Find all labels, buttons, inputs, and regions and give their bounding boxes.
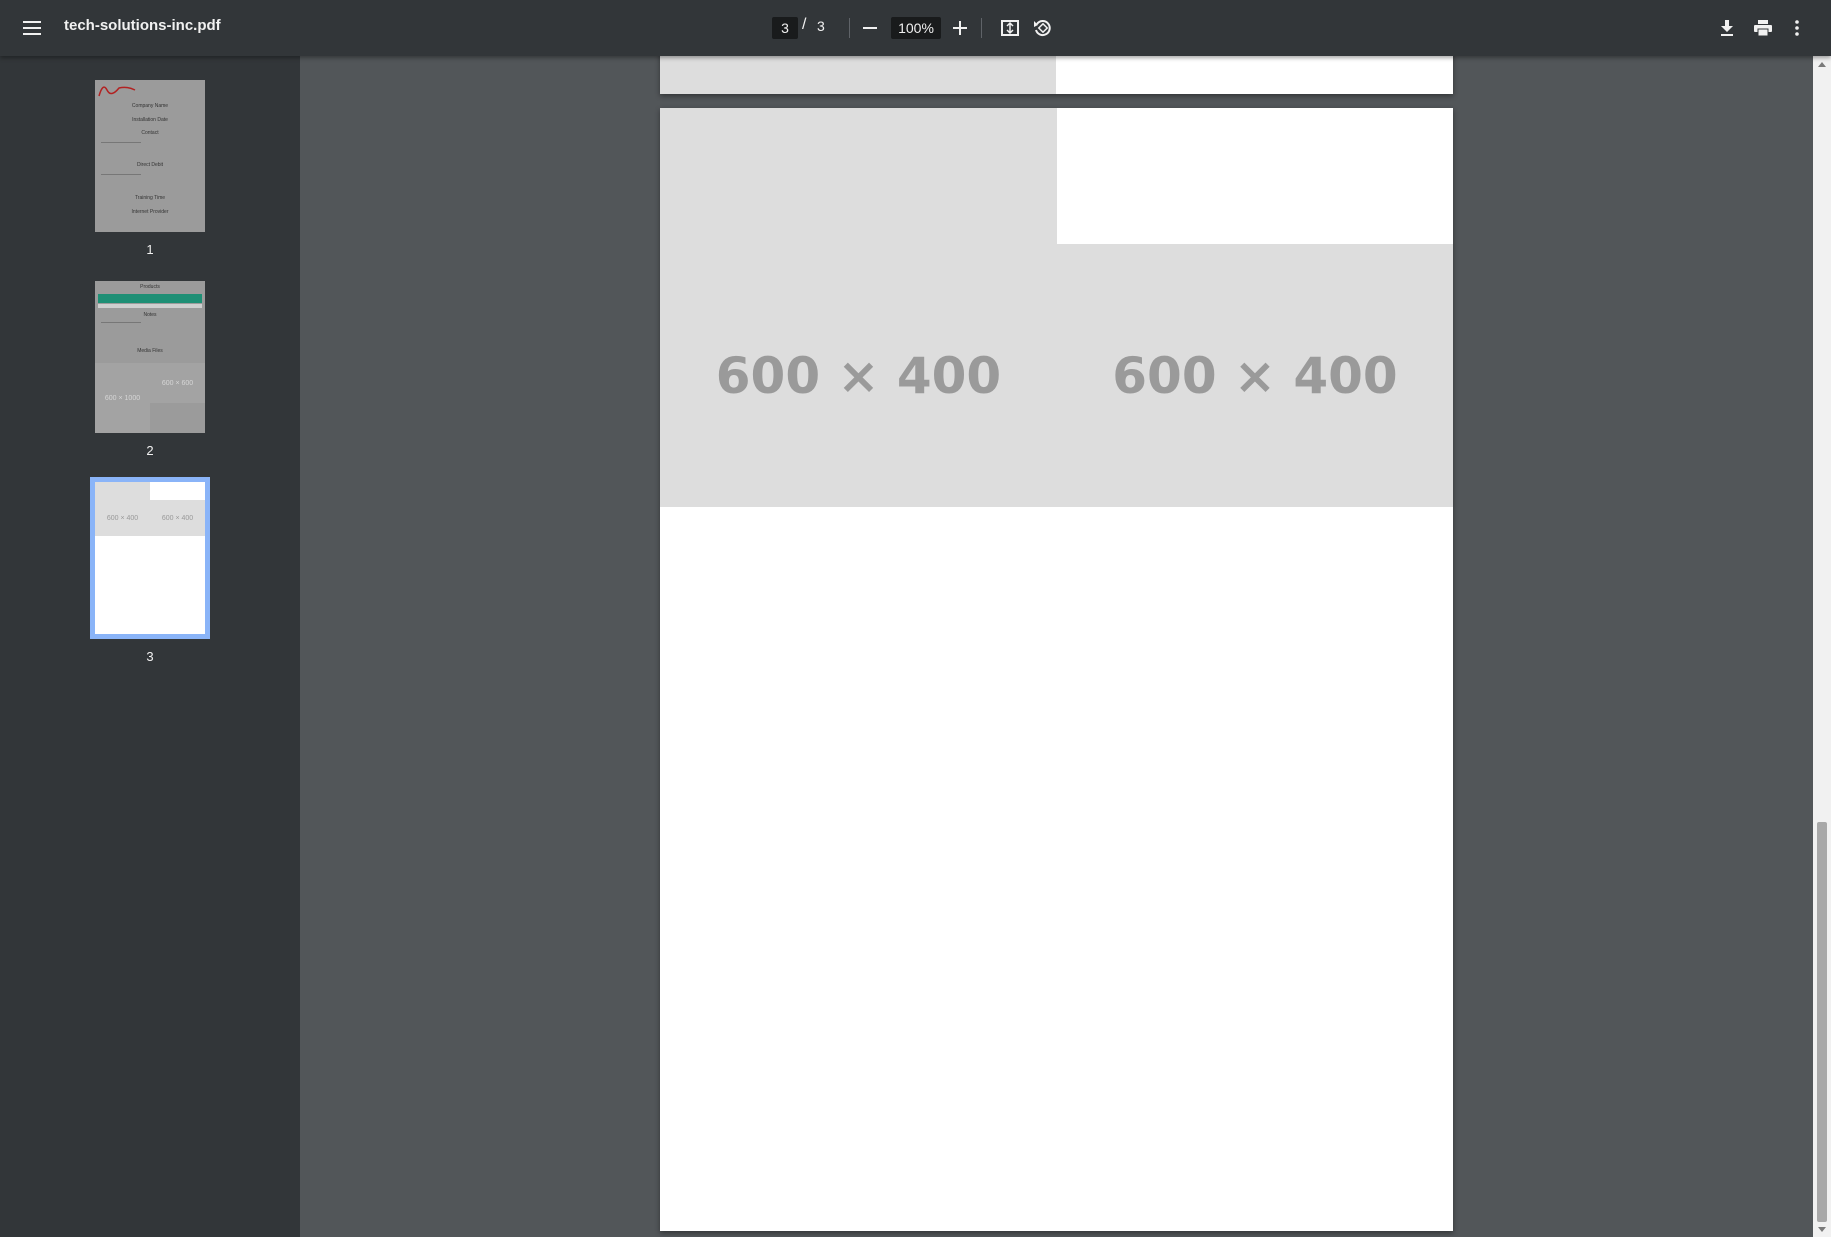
- more-vert-icon: [1795, 20, 1799, 36]
- download-icon: [1721, 20, 1733, 36]
- thumb-rule: [101, 174, 141, 175]
- document-viewer[interactable]: 600 × 400 600 × 400: [300, 56, 1813, 1237]
- toolbar: tech-solutions-inc.pdf 3 / 3 100%: [0, 0, 1831, 56]
- menu-icon: [23, 21, 41, 35]
- download-button[interactable]: [1714, 14, 1740, 42]
- thumbnail-image-selected[interactable]: 600 × 400 600 × 400: [90, 477, 210, 639]
- more-options-button[interactable]: [1786, 14, 1808, 42]
- fit-page-button[interactable]: [998, 15, 1022, 41]
- toolbar-divider: [849, 18, 850, 38]
- thumb-table-row: [98, 304, 202, 308]
- zoom-out-icon: [863, 27, 877, 29]
- thumb-line: Media Files: [137, 348, 163, 354]
- thumb-rule: [101, 322, 141, 323]
- thumbnail-image[interactable]: Company Name Installation Date Contact D…: [95, 80, 205, 232]
- thumb-line: Company Name: [131, 103, 169, 109]
- rotate-button[interactable]: [1030, 15, 1054, 41]
- zoom-in-icon: [953, 21, 967, 35]
- thumb-line: Direct Debit: [136, 162, 164, 168]
- zoom-in-button[interactable]: [948, 14, 972, 42]
- thumb-products-table: [98, 294, 202, 303]
- thumbnail-number: 3: [146, 649, 154, 664]
- thumb-line: Installation Date: [132, 117, 168, 123]
- zoom-input[interactable]: 100%: [891, 17, 941, 39]
- image-placeholder-left: 600 × 400: [660, 244, 1057, 507]
- thumb-grey-block: [95, 482, 150, 500]
- toolbar-divider: [981, 18, 982, 38]
- pdf-viewer-app: tech-solutions-inc.pdf 3 / 3 100% Compan…: [0, 0, 1831, 1237]
- zoom-out-button[interactable]: [858, 14, 882, 42]
- company-logo: [98, 86, 136, 97]
- menu-button[interactable]: [18, 14, 46, 42]
- thumb-line: Internet Provider: [131, 209, 169, 215]
- fit-page-icon: [1001, 20, 1019, 36]
- scroll-down-button[interactable]: [1813, 1221, 1831, 1237]
- document-title: tech-solutions-inc.pdf: [64, 17, 221, 34]
- rotate-icon: [1034, 20, 1051, 37]
- thumb-line: Contact: [141, 130, 159, 136]
- print-icon: [1754, 20, 1772, 36]
- thumb-rule: [101, 142, 141, 143]
- thumb-line: Training Time: [134, 195, 166, 201]
- thumb-line: Products: [140, 284, 160, 290]
- arrow-up-icon: [1818, 61, 1826, 67]
- scroll-up-button[interactable]: [1813, 56, 1831, 72]
- thumb-image-placeholder: 600 × 400: [150, 500, 205, 536]
- image-placeholder-top: [660, 108, 1057, 244]
- print-button[interactable]: [1750, 14, 1776, 42]
- thumbnail-sidebar: Company Name Installation Date Contact D…: [0, 56, 300, 1237]
- page-separator: /: [802, 16, 807, 33]
- thumbnail-number: 1: [146, 242, 154, 257]
- thumbnail-number: 2: [146, 443, 154, 458]
- scrollbar-thumb[interactable]: [1817, 822, 1827, 1222]
- thumbnail-image[interactable]: Products Notes Media Files 600 × 600 600…: [95, 281, 205, 433]
- thumb-image-placeholder: 600 × 400: [95, 500, 150, 536]
- page-total: 3: [817, 18, 825, 34]
- page-number-input[interactable]: 3: [772, 17, 798, 39]
- thumb-image-placeholder: 600 × 600: [150, 363, 205, 403]
- thumb-line: Notes: [143, 312, 157, 318]
- thumb-image-placeholder: 600 × 1000: [95, 363, 150, 433]
- image-placeholder-partial: [660, 56, 1056, 94]
- thumb-white-block: [150, 482, 205, 500]
- vertical-scrollbar[interactable]: [1813, 56, 1831, 1237]
- pdf-page-2-bottom: [660, 56, 1453, 94]
- arrow-down-icon: [1818, 1226, 1826, 1232]
- pdf-page-3: 600 × 400 600 × 400: [660, 108, 1453, 1231]
- image-placeholder-right: 600 × 400: [1057, 244, 1453, 507]
